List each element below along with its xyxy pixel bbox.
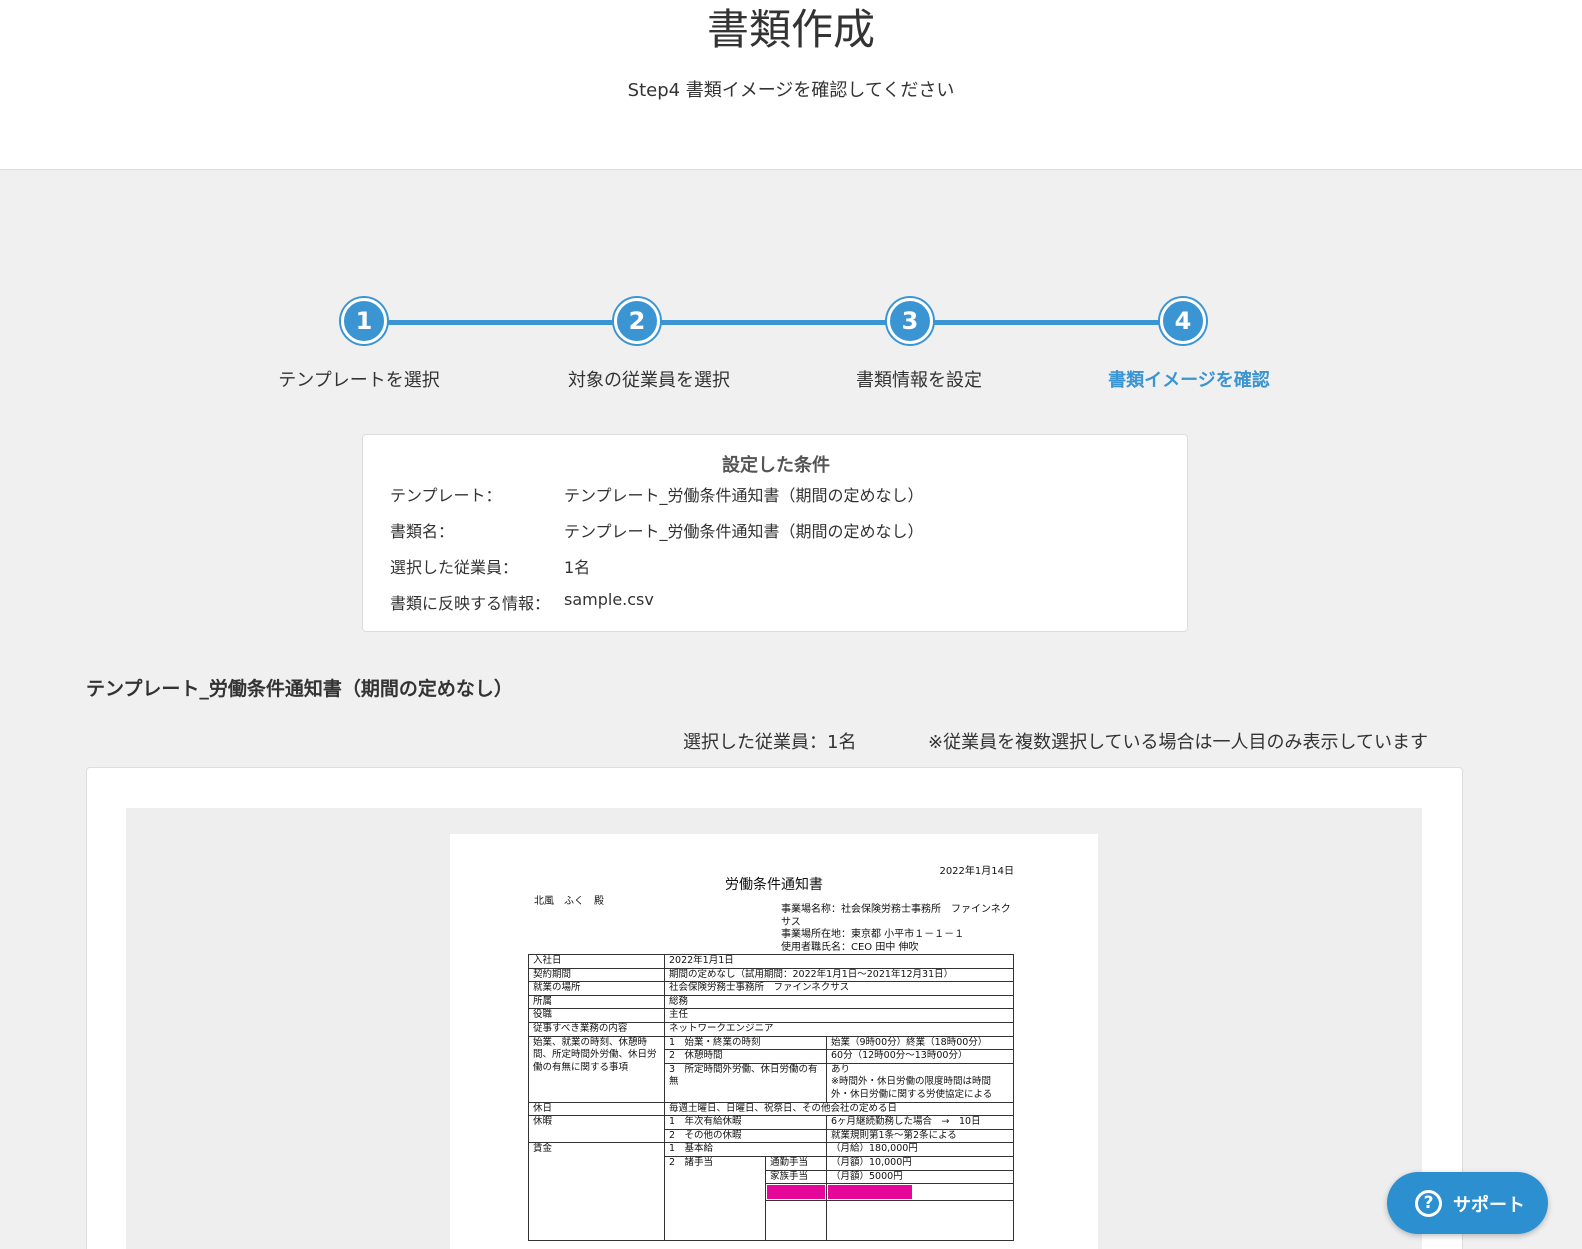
- row-key: 2 その他の休暇: [664, 1128, 827, 1144]
- condition-key: テンプレート：: [390, 486, 502, 505]
- employer-info: 事業場名称：社会保険労務士事務所 ファインネクサス 事業場所在地：東京都 小平市…: [781, 904, 1017, 954]
- question-icon: ?: [1415, 1190, 1442, 1217]
- allowance-name: 家族手当: [765, 1169, 827, 1185]
- stepper: 1 2 3 4 テンプレートを選択 対象の従業員を選択 書類情報を設定 書類イメ…: [0, 298, 1582, 398]
- condition-value: テンプレート_労働条件通知書（期間の定めなし）: [564, 522, 924, 541]
- row-value: 期間の定めなし（試用期間：2022年1月1日〜2021年12月31日）: [664, 967, 1014, 983]
- document-addressee: 北風 ふく 殿: [534, 896, 604, 907]
- empty-cell: [826, 1200, 1014, 1242]
- conditions-title: 設定した条件: [722, 455, 830, 476]
- table-row: 入社日 2022年1月1日: [528, 954, 1014, 969]
- support-label: サポート: [1453, 1195, 1525, 1216]
- document-page: 2022年1月14日 労働条件通知書 北風 ふく 殿 事業場名称：社会保険労務士…: [450, 834, 1098, 1249]
- table-row: 所属 総務: [528, 994, 1014, 1010]
- step-1-label: テンプレートを選択: [278, 370, 440, 391]
- row-value: 6ヶ月継続勤務した場合 → 10日: [826, 1115, 1014, 1130]
- step-3-circle: 3: [887, 298, 933, 344]
- condition-value: sample.csv: [564, 590, 654, 609]
- conditions-panel: 設定した条件 テンプレート： テンプレート_労働条件通知書（期間の定めなし） 書…: [362, 434, 1188, 632]
- row-value: あり ※時間外・休日労働の限度時間は時間外・休日労働に関する労使協定による: [826, 1062, 1014, 1103]
- selected-employee-count: 選択した従業員：1名: [683, 732, 857, 753]
- empty-cell: [765, 1200, 827, 1242]
- allowance-value: （月額）5000円: [826, 1169, 1014, 1185]
- row-header: 始業、就業の時刻、休憩時間、所定時間外労働、休日労働の有無に関する事項: [528, 1035, 665, 1103]
- condition-key: 選択した従業員：: [390, 558, 519, 577]
- row-key: 1 年次有給休暇: [664, 1115, 827, 1130]
- table-row: 契約期間 期間の定めなし（試用期間：2022年1月1日〜2021年12月31日）: [528, 967, 1014, 983]
- employer-line: 事業場所在地：東京都 小平市１－１－１: [781, 929, 965, 940]
- table-row: 休暇 1 年次有給休暇 6ヶ月継続勤務した場合 → 10日: [528, 1115, 1014, 1144]
- step-2-label: 対象の従業員を選択: [568, 370, 730, 391]
- employer-line: 事業場名称：社会保険労務士事務所 ファインネクサス: [781, 904, 1011, 928]
- highlight-cell: [765, 1183, 827, 1202]
- row-header: 契約期間: [528, 967, 665, 983]
- conditions-table: 入社日 2022年1月1日 契約期間 期間の定めなし（試用期間：2022年1月1…: [528, 954, 1014, 1242]
- table-row: 役職 主任: [528, 1008, 1014, 1023]
- highlight-mark: [767, 1185, 825, 1200]
- row-key: 3 所定時間外労働、休日労働の有無: [664, 1062, 827, 1103]
- document-title: 労働条件通知書: [725, 877, 823, 893]
- page-title: 書類作成: [706, 5, 875, 54]
- row-value: 2022年1月1日: [664, 954, 1014, 969]
- row-value: 総務: [664, 994, 1014, 1010]
- condition-value: 1名: [564, 558, 591, 577]
- row-key: 2 休憩時間: [664, 1049, 827, 1064]
- step-4-label: 書類イメージを確認: [1108, 370, 1270, 391]
- row-key: 1 始業・終業の時刻: [664, 1035, 827, 1051]
- step-connector: [933, 320, 1183, 325]
- row-header: 役職: [528, 1008, 665, 1023]
- table-row: 就業の場所 社会保険労務士事務所 ファインネクサス: [528, 981, 1014, 996]
- step-connector: [660, 320, 910, 325]
- multi-select-note: ※従業員を複数選択している場合は一人目のみ表示しています: [928, 732, 1428, 753]
- row-value: 就業規則第1条〜第2条による: [826, 1128, 1014, 1144]
- step-connector: [387, 320, 637, 325]
- row-value: 始業（9時00分）終業（18時00分）: [826, 1035, 1014, 1051]
- employer-line: 使用者職氏名：CEO 田中 伸吹: [781, 941, 919, 953]
- page-header: 書類作成 Step4 書類イメージを確認してください: [0, 0, 1582, 170]
- step-1-circle: 1: [341, 298, 387, 344]
- allowance-name: 通勤手当: [765, 1155, 827, 1171]
- row-value: 社会保険労務士事務所 ファインネクサス: [664, 981, 1014, 996]
- step-4-circle: 4: [1160, 298, 1206, 344]
- document-heading: テンプレート_労働条件通知書（期間の定めなし）: [86, 678, 513, 700]
- step-2-circle: 2: [614, 298, 660, 344]
- support-button[interactable]: ? サポート: [1387, 1172, 1548, 1234]
- row-value: 60分（12時00分〜13時00分）: [826, 1049, 1014, 1064]
- highlight-mark: [828, 1185, 912, 1200]
- row-header: 就業の場所: [528, 981, 665, 996]
- row-header: 賃金: [528, 1142, 665, 1242]
- table-row: 休日 毎週土曜日、日曜日、祝祭日、その他会社の定める日: [528, 1101, 1014, 1117]
- row-key: 2 諸手当: [664, 1155, 766, 1242]
- table-row: 従事すべき業務の内容 ネットワークエンジニア: [528, 1021, 1014, 1037]
- allowance-value: （月額）10,000円: [826, 1155, 1014, 1171]
- table-row: 賃金 1 基本給 （月給）180,000円: [528, 1142, 1014, 1242]
- condition-value: テンプレート_労働条件通知書（期間の定めなし）: [564, 486, 924, 505]
- highlight-cell: [826, 1183, 1014, 1202]
- row-header: 所属: [528, 994, 665, 1010]
- row-header: 入社日: [528, 954, 665, 969]
- page-subtitle: Step4 書類イメージを確認してください: [627, 80, 955, 101]
- row-value: 毎週土曜日、日曜日、祝祭日、その他会社の定める日: [664, 1101, 1014, 1117]
- row-header: 休暇: [528, 1115, 665, 1144]
- row-value: 主任: [664, 1008, 1014, 1023]
- row-key: 1 基本給: [664, 1142, 827, 1157]
- condition-key: 書類名：: [390, 522, 455, 541]
- condition-key: 書類に反映する情報：: [390, 594, 551, 613]
- row-header: 休日: [528, 1101, 665, 1117]
- table-row: 始業、就業の時刻、休憩時間、所定時間外労働、休日労働の有無に関する事項 1 始業…: [528, 1035, 1014, 1103]
- row-header: 従事すべき業務の内容: [528, 1021, 665, 1037]
- row-value: ネットワークエンジニア: [664, 1021, 1014, 1037]
- step-3-label: 書類情報を設定: [856, 370, 982, 391]
- row-value: （月給）180,000円: [826, 1142, 1014, 1157]
